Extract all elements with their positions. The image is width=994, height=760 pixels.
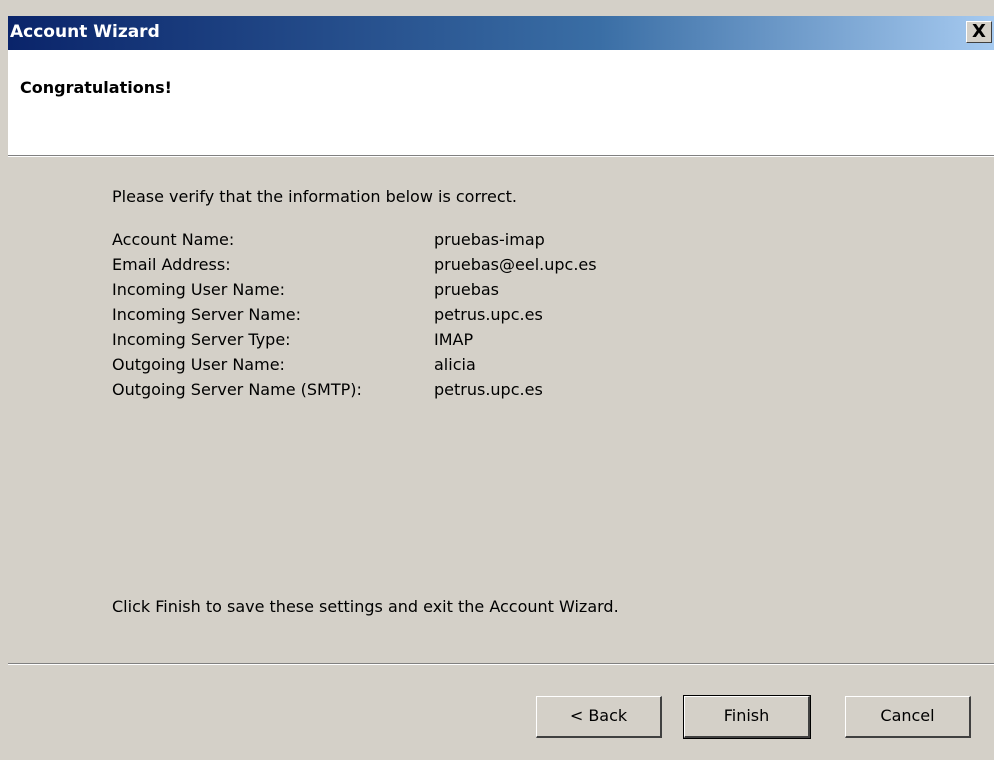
close-icon: X (972, 21, 986, 42)
summary-label: Incoming User Name: (112, 280, 286, 299)
summary-value: pruebas-imap (434, 230, 545, 249)
title-bar[interactable]: Account Wizard X (8, 16, 994, 50)
summary-value: pruebas@eel.upc.es (434, 255, 597, 274)
back-button[interactable]: < Back (536, 696, 662, 738)
window-title: Account Wizard (10, 22, 160, 42)
header-divider (8, 156, 994, 157)
account-wizard-window: Account Wizard X Congratulations! Please… (0, 0, 994, 760)
close-button[interactable]: X (966, 21, 992, 43)
summary-value: petrus.upc.es (434, 380, 543, 399)
summary-label: Account Name: (112, 230, 235, 249)
summary-label: Incoming Server Name: (112, 305, 302, 324)
intro-text: Please verify that the information below… (112, 187, 517, 206)
finish-button[interactable]: Finish (683, 695, 811, 739)
wizard-header: Congratulations! (8, 50, 994, 156)
summary-label: Outgoing User Name: (112, 355, 285, 374)
summary-value: IMAP (434, 330, 474, 349)
cancel-button[interactable]: Cancel (845, 696, 971, 738)
button-separator-highlight (8, 664, 994, 665)
page-title: Congratulations! (20, 78, 172, 97)
summary-label: Email Address: (112, 255, 231, 274)
summary-value: petrus.upc.es (434, 305, 543, 324)
finish-instructions: Click Finish to save these settings and … (112, 597, 619, 616)
summary-label: Incoming Server Type: (112, 330, 291, 349)
summary-label: Outgoing Server Name (SMTP): (112, 380, 362, 399)
summary-value: alicia (434, 355, 476, 374)
summary-value: pruebas (434, 280, 500, 299)
